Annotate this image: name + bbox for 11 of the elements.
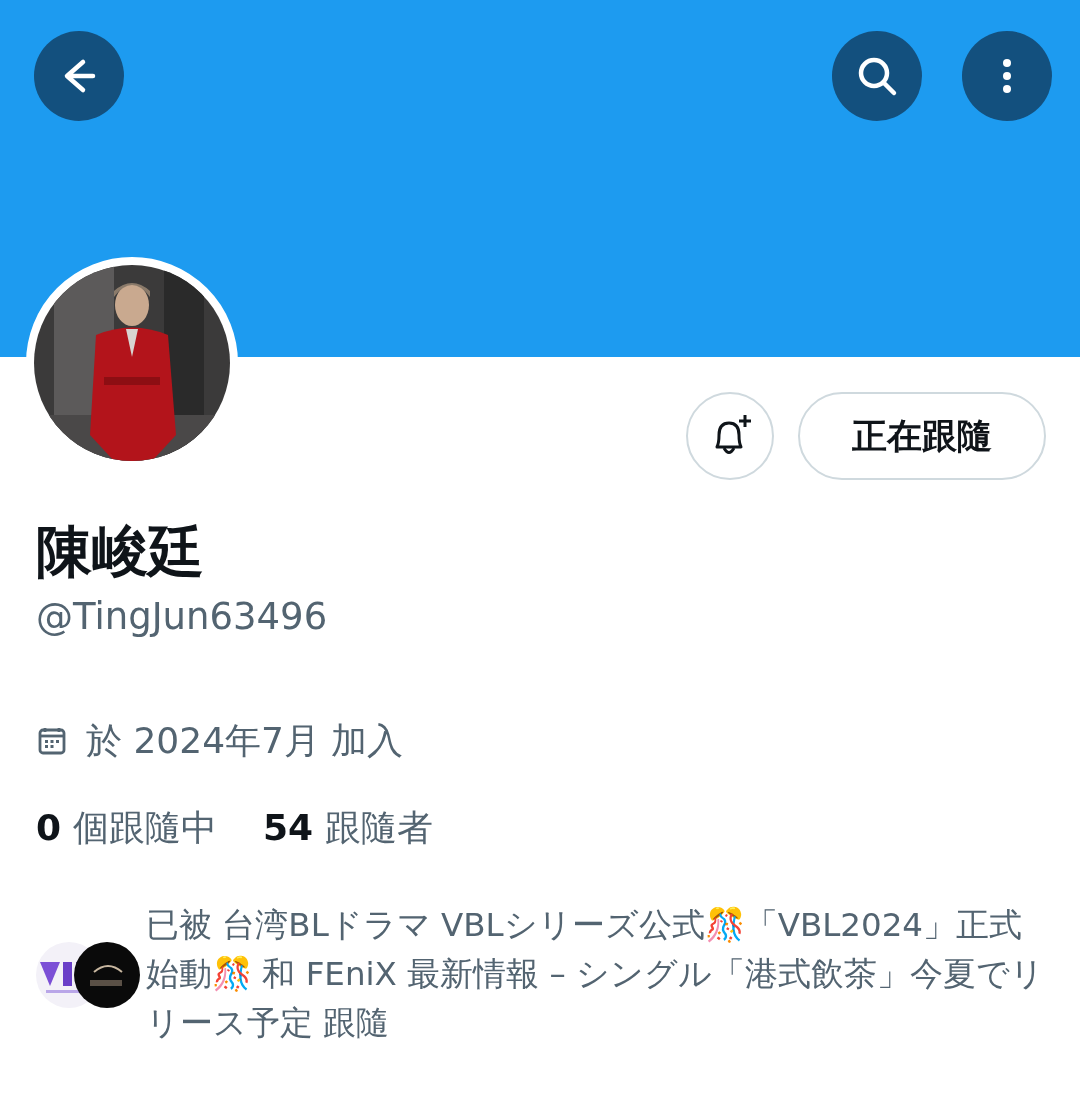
stat-count: 0 xyxy=(36,807,62,848)
username: @TingJun63496 xyxy=(36,594,329,640)
display-name: 陳峻廷 xyxy=(36,518,205,586)
followed-by-text: 已被 台湾BLドラマ VBLシリーズ公式🎊「VBL2024」正式始動🎊 和 FEniX 最新情報 – シングル「港式飲茶」今夏でリリース予定 跟隨 xyxy=(146,905,1046,1044)
more-icon xyxy=(1002,59,1012,93)
calendar-icon xyxy=(36,725,68,757)
stat-label: 跟隨者 xyxy=(325,806,434,850)
stat-label: 個跟隨中 xyxy=(73,806,218,850)
following-button[interactable]: 正在跟隨 xyxy=(798,392,1046,480)
stat-count: 54 xyxy=(263,807,314,848)
join-date: 於 2024年7月 加入 xyxy=(86,719,404,763)
